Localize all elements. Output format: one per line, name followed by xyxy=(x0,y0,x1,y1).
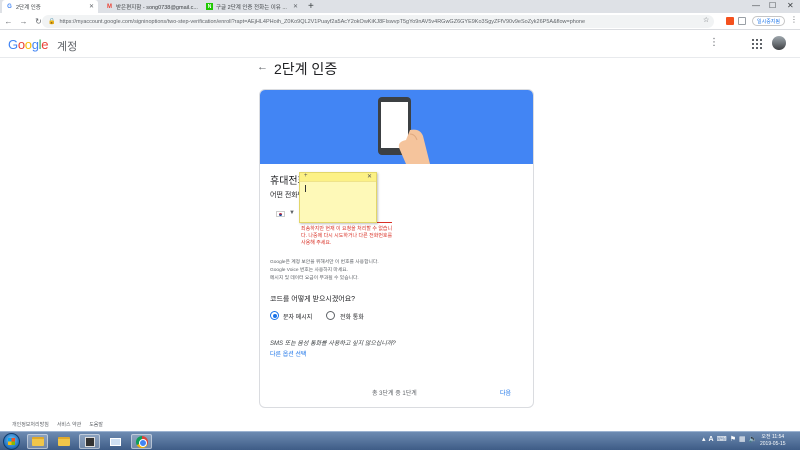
extension-icon[interactable] xyxy=(738,17,746,25)
radio-sms-label[interactable]: 문자 메시지 xyxy=(283,312,312,321)
folder-icon xyxy=(57,437,70,446)
ime-indicator[interactable]: A xyxy=(709,436,714,443)
browser-tabbar: G 2단계 인증 ✕ M 받은편지함 - song0738@gmail.c...… xyxy=(0,0,800,13)
hero-banner xyxy=(260,90,533,164)
tab-title: 받은편지함 - song0738@gmail.c... xyxy=(116,4,198,11)
taskbar-clock[interactable]: 오전 11:54 2019-05-15 xyxy=(760,434,786,448)
more-menu-icon[interactable]: ⋮ xyxy=(709,37,719,48)
media-player-icon xyxy=(84,436,95,447)
new-tab-icon[interactable]: + xyxy=(308,1,314,12)
clock-time: 오전 11:54 xyxy=(761,434,785,440)
setup-card: 휴대전화 어떤 전화번 ▼ 죄송하지만 현재 이 요청을 처리할 수 없습니다.… xyxy=(259,89,534,408)
delivery-question: 코드를 어떻게 받으시겠어요? xyxy=(270,296,356,303)
flag-icon[interactable]: ⚑ xyxy=(730,435,736,443)
sticky-note[interactable]: + ✕ xyxy=(299,172,377,223)
minimize-icon[interactable]: — xyxy=(752,1,760,10)
network-icon[interactable]: ▦ xyxy=(739,435,746,443)
radio-call-label[interactable]: 전화 통화 xyxy=(340,312,364,321)
green-square-icon: N xyxy=(206,3,213,10)
tab-2step[interactable]: G 2단계 인증 ✕ xyxy=(2,0,98,13)
info-line: Google Voice 번호는 사용하지 마세요. xyxy=(270,268,348,273)
windows-taskbar: ▴ A ⌨ ⚑ ▦ 🔈 오전 11:54 2019-05-15 xyxy=(0,431,800,450)
avatar[interactable] xyxy=(772,36,786,50)
text-cursor xyxy=(305,185,306,192)
radio-call[interactable] xyxy=(326,311,335,320)
media-taskbar-button[interactable] xyxy=(79,434,100,449)
sticky-note-titlebar[interactable]: + ✕ xyxy=(300,173,376,182)
keyboard-icon[interactable]: ⌨ xyxy=(717,435,727,443)
page-title: 2단계 인증 xyxy=(274,61,338,77)
chrome-icon xyxy=(135,435,148,448)
close-note-icon[interactable]: ✕ xyxy=(367,173,372,180)
help-link[interactable]: 도움말 xyxy=(89,421,103,428)
browser-toolbar: ← → ↻ 🔒 https://myaccount.google.com/sig… xyxy=(0,13,800,30)
extension-icon[interactable] xyxy=(726,17,734,25)
add-note-icon[interactable]: + xyxy=(304,173,308,179)
close-window-icon[interactable]: ✕ xyxy=(787,1,794,10)
phone-in-hand-illustration xyxy=(378,97,430,164)
google-header: Google 계정 ⋮ xyxy=(0,30,800,58)
tab-title: 구글 2단계 인증 전화는 이유 ... xyxy=(216,4,287,11)
back-icon[interactable]: ← xyxy=(2,17,15,26)
window-taskbar-button[interactable] xyxy=(105,434,126,449)
bookmark-star-icon[interactable]: ☆ xyxy=(703,16,709,24)
start-button[interactable] xyxy=(3,433,20,450)
chrome-menu-icon[interactable]: ⋮ xyxy=(790,15,798,24)
korea-flag-icon[interactable] xyxy=(276,211,285,217)
info-line: Google은 계정 보안을 위해서만 이 번호를 사용합니다. xyxy=(270,260,379,265)
address-bar[interactable]: 🔒 https://myaccount.google.com/signinopt… xyxy=(42,15,714,28)
privacy-link[interactable]: 개인정보처리방침 xyxy=(12,421,49,428)
chrome-taskbar-button[interactable] xyxy=(131,434,152,449)
explorer-taskbar-button[interactable] xyxy=(27,434,48,449)
tray-arrow-icon[interactable]: ▴ xyxy=(702,435,706,443)
back-arrow-icon[interactable]: ← xyxy=(257,61,268,73)
sms-alternative-question: SMS 또는 음성 통화를 사용하고 싶지 않으십니까? xyxy=(270,341,396,347)
forward-icon[interactable]: → xyxy=(17,17,30,26)
account-label: 계정 xyxy=(57,41,78,53)
gmail-icon: M xyxy=(107,3,112,10)
chevron-down-icon[interactable]: ▼ xyxy=(289,210,295,216)
info-line: 메시지 및 데이터 요금이 부과될 수 있습니다. xyxy=(270,276,359,281)
tab-search[interactable]: N 구글 2단계 인증 전화는 이유 ... ✕ xyxy=(202,0,302,13)
system-tray: ▴ A ⌨ ⚑ ▦ 🔈 xyxy=(702,435,758,444)
radio-sms[interactable] xyxy=(270,311,279,320)
explorer-taskbar-button[interactable] xyxy=(53,434,74,449)
clock-date: 2019-05-15 xyxy=(760,441,786,447)
volume-icon[interactable]: 🔈 xyxy=(749,435,758,443)
lock-icon: 🔒 xyxy=(48,19,56,25)
next-button[interactable]: 다음 xyxy=(500,388,511,397)
paused-sync-button[interactable]: 일시중지됨 xyxy=(752,16,786,26)
step-indicator: 총 3단계 중 1단계 xyxy=(372,391,417,397)
info-text: Google은 계정 보안을 위해서만 이 번호를 사용합니다. Google … xyxy=(270,259,500,283)
tab-title: 2단계 인증 xyxy=(16,4,41,11)
apps-grid-icon[interactable] xyxy=(752,39,762,49)
folder-icon xyxy=(31,437,44,446)
tab-gmail[interactable]: M 받은편지함 - song0738@gmail.c... ✕ xyxy=(102,0,200,13)
terms-link[interactable]: 서비스 약관 xyxy=(57,421,81,428)
google-g-icon: G xyxy=(7,3,12,10)
tab-close-icon[interactable]: ✕ xyxy=(89,3,94,10)
page-footer: 개인정보처리방침 서비스 약관 도움말 xyxy=(12,421,103,428)
other-option-link[interactable]: 다른 옵션 선택 xyxy=(270,349,306,358)
window-icon xyxy=(110,437,121,446)
url-text: https://myaccount.google.com/signinoptio… xyxy=(59,18,586,25)
error-message: 죄송하지만 현재 이 요청을 처리할 수 없습니다. 나중에 다시 시도하거나 … xyxy=(301,226,393,246)
maximize-icon[interactable]: ☐ xyxy=(769,1,776,10)
google-logo[interactable]: Google xyxy=(8,37,48,52)
tab-close-icon[interactable]: ✕ xyxy=(293,3,298,10)
